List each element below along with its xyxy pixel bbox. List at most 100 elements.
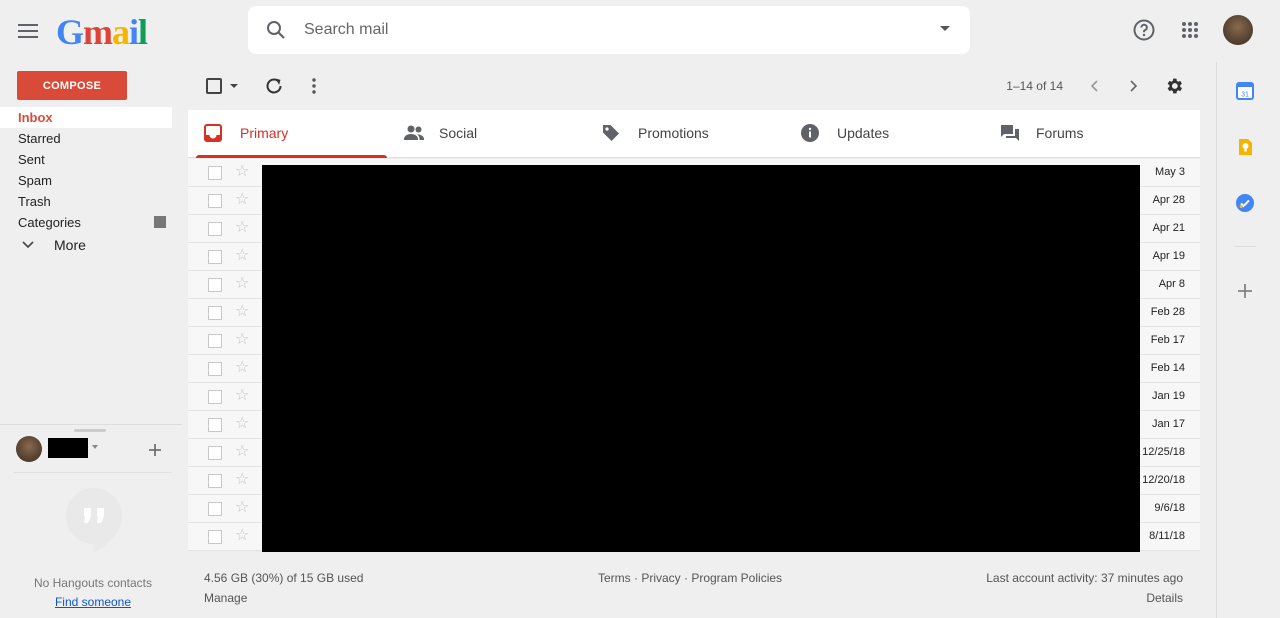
- select-all-checkbox[interactable]: [206, 78, 222, 94]
- row-checkbox[interactable]: [208, 250, 222, 264]
- tab-forums[interactable]: Forums: [984, 110, 1183, 157]
- star-icon[interactable]: ☆: [235, 275, 253, 293]
- sidebar-item-starred[interactable]: Starred: [0, 128, 172, 149]
- hangouts-divider: [0, 424, 182, 425]
- help-icon[interactable]: [1131, 17, 1157, 43]
- star-icon[interactable]: ☆: [235, 443, 253, 461]
- info-icon: [801, 124, 819, 145]
- activity-details-link[interactable]: Details: [1146, 591, 1183, 605]
- sidebar-item-categories[interactable]: Categories: [0, 212, 172, 233]
- row-checkbox[interactable]: [208, 446, 222, 460]
- search-options-dropdown-icon[interactable]: [940, 26, 950, 31]
- redacted-email-content: [262, 165, 1140, 552]
- tab-promotions[interactable]: Promotions: [586, 110, 785, 157]
- row-checkbox[interactable]: [208, 390, 222, 404]
- tasks-icon[interactable]: [1236, 194, 1254, 212]
- tab-primary[interactable]: Primary: [188, 110, 387, 158]
- apps-grid-icon[interactable]: [1177, 17, 1203, 43]
- email-date: Jan 17: [1151, 418, 1185, 430]
- inbox-icon: [204, 124, 222, 145]
- main-menu-icon[interactable]: [14, 17, 42, 45]
- tab-social[interactable]: Social: [387, 110, 586, 157]
- hangouts-resize-handle[interactable]: [74, 429, 106, 432]
- tab-label: Forums: [1036, 125, 1084, 141]
- email-date: 12/25/18: [1142, 446, 1185, 458]
- caret-down-icon[interactable]: [92, 445, 98, 449]
- account-avatar[interactable]: [1223, 15, 1253, 45]
- star-icon[interactable]: ☆: [235, 191, 253, 209]
- hangouts-bubble-icon: [64, 486, 124, 557]
- search-input[interactable]: [304, 18, 904, 42]
- star-icon[interactable]: ☆: [235, 527, 253, 545]
- star-icon[interactable]: ☆: [235, 163, 253, 181]
- sidebar-more-label: More: [54, 237, 86, 253]
- email-date: Apr 21: [1152, 222, 1185, 234]
- last-activity-text: Last account activity: 37 minutes ago: [986, 571, 1183, 585]
- settings-gear-icon[interactable]: [1163, 75, 1185, 97]
- hangouts-user-name-redacted: [48, 438, 88, 458]
- email-date: May 3: [1155, 166, 1185, 178]
- row-checkbox[interactable]: [208, 474, 222, 488]
- search-bar: [248, 6, 970, 54]
- star-icon[interactable]: ☆: [235, 331, 253, 349]
- label-color-swatch[interactable]: [154, 216, 166, 228]
- row-checkbox[interactable]: [208, 530, 222, 544]
- star-icon[interactable]: ☆: [235, 415, 253, 433]
- select-options-caret-icon[interactable]: [230, 84, 238, 88]
- no-hangouts-contacts-text: No Hangouts contacts: [33, 576, 153, 590]
- pagination-text: 1–14 of 14: [1006, 79, 1063, 93]
- sidebar-item-inbox[interactable]: Inbox: [0, 107, 172, 128]
- row-checkbox[interactable]: [208, 334, 222, 348]
- email-date: 9/6/18: [1154, 502, 1185, 514]
- row-checkbox[interactable]: [208, 502, 222, 516]
- refresh-icon[interactable]: [263, 75, 285, 97]
- compose-button[interactable]: COMPOSE: [17, 71, 127, 100]
- app-header: Gmail: [0, 0, 1280, 62]
- email-date: 12/20/18: [1142, 474, 1185, 486]
- newer-chevron-left-icon[interactable]: [1083, 75, 1105, 97]
- star-icon[interactable]: ☆: [235, 471, 253, 489]
- gmail-logo[interactable]: Gmail: [56, 12, 148, 52]
- star-icon[interactable]: ☆: [235, 247, 253, 265]
- star-icon[interactable]: ☆: [235, 499, 253, 517]
- sidebar-item-sent[interactable]: Sent: [0, 149, 172, 170]
- email-date: Feb 17: [1150, 334, 1185, 346]
- star-icon[interactable]: ☆: [235, 359, 253, 377]
- row-checkbox[interactable]: [208, 278, 222, 292]
- tab-label: Updates: [837, 125, 890, 141]
- tab-label: Social: [439, 125, 478, 141]
- sidebar-item-trash[interactable]: Trash: [0, 191, 172, 212]
- footer-policy-links[interactable]: Terms · Privacy · Program Policies: [598, 571, 782, 585]
- tab-updates[interactable]: Updates: [785, 110, 984, 157]
- row-checkbox[interactable]: [208, 166, 222, 180]
- older-chevron-right-icon[interactable]: [1123, 75, 1145, 97]
- row-checkbox[interactable]: [208, 362, 222, 376]
- more-vert-icon[interactable]: [303, 75, 325, 97]
- tab-label: Primary: [240, 125, 289, 141]
- chevron-down-icon: [22, 241, 34, 249]
- sidebar-item-spam[interactable]: Spam: [0, 170, 172, 191]
- row-checkbox[interactable]: [208, 418, 222, 432]
- star-icon[interactable]: ☆: [235, 219, 253, 237]
- hangouts-divider: [14, 472, 172, 473]
- star-icon[interactable]: ☆: [235, 303, 253, 321]
- keep-icon[interactable]: [1236, 138, 1254, 156]
- star-icon[interactable]: ☆: [235, 387, 253, 405]
- sidebar-more-toggle[interactable]: More: [0, 233, 172, 257]
- email-date: 8/11/18: [1149, 530, 1185, 542]
- people-icon: [403, 124, 425, 145]
- row-checkbox[interactable]: [208, 222, 222, 236]
- find-someone-link[interactable]: Find someone: [0, 595, 186, 609]
- manage-storage-link[interactable]: Manage: [204, 591, 247, 605]
- sidebar-nav: Inbox Starred Sent Spam Trash Categories…: [0, 107, 172, 257]
- calendar-icon[interactable]: 31: [1236, 82, 1254, 100]
- side-panel-divider: [1216, 62, 1217, 618]
- row-checkbox[interactable]: [208, 306, 222, 320]
- avatar: [16, 436, 42, 462]
- email-date: Feb 14: [1150, 362, 1185, 374]
- add-addon-plus-icon[interactable]: [1236, 282, 1254, 300]
- row-checkbox[interactable]: [208, 194, 222, 208]
- add-contact-plus-icon[interactable]: [145, 440, 165, 460]
- sidebar-item-label: Categories: [18, 215, 81, 230]
- search-icon[interactable]: [264, 18, 288, 45]
